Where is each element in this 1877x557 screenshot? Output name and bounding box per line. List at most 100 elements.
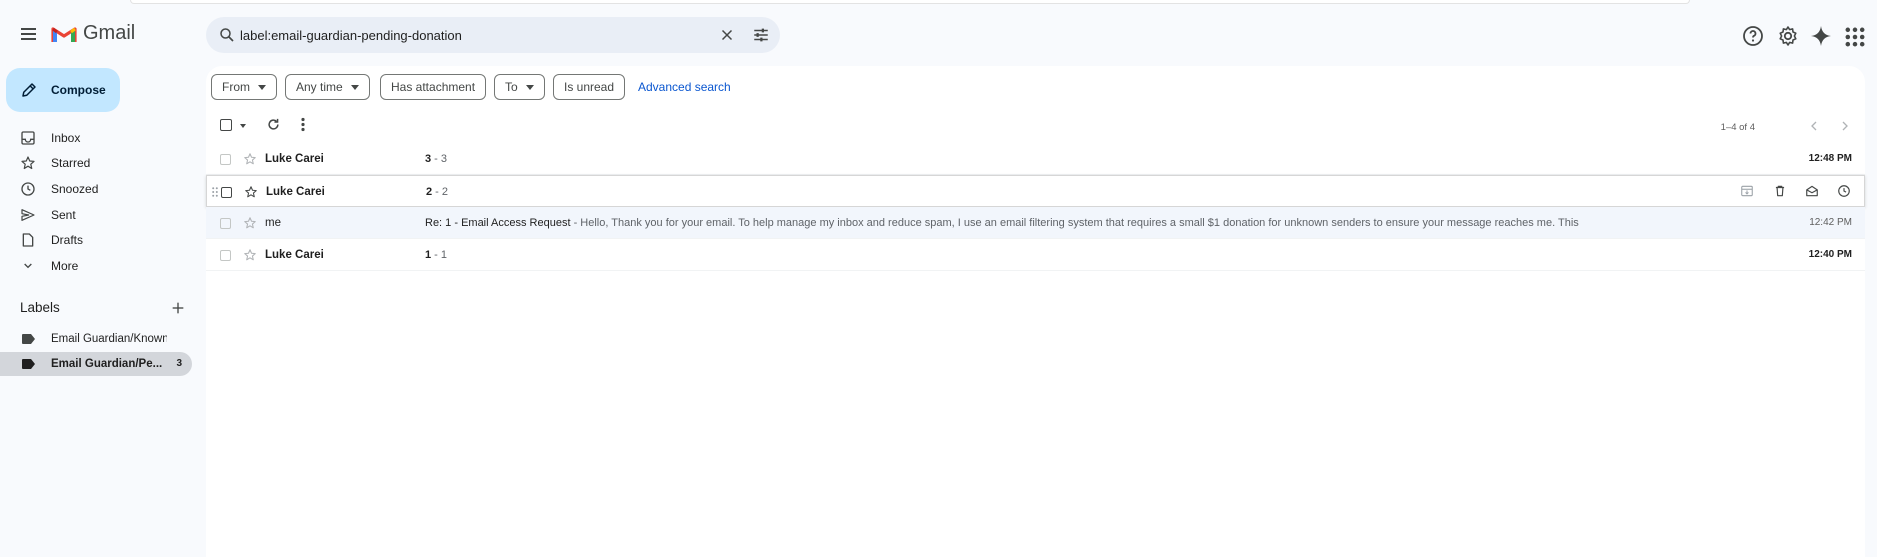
email-sender: Luke Carei xyxy=(265,153,324,165)
sidebar-item-snoozed[interactable]: Snoozed xyxy=(0,176,192,202)
drag-handle-icon[interactable] xyxy=(212,187,218,197)
send-icon xyxy=(21,209,35,221)
sidebar-item-inbox[interactable]: Inbox xyxy=(0,125,192,151)
filter-chip-is-unread[interactable]: Is unread xyxy=(553,74,626,100)
email-sender: Luke Carei xyxy=(266,186,325,198)
filter-chip-any-time[interactable]: Any time xyxy=(285,74,370,100)
sidebar-label-pending[interactable]: Email Guardian/Pe... 3 xyxy=(0,352,192,376)
snooze-clock-icon[interactable] xyxy=(1837,184,1851,198)
hamburger-menu-icon xyxy=(20,28,36,30)
email-snippet: 3 xyxy=(440,153,448,165)
email-snippet: Hello, Thank you for your email. To help… xyxy=(580,217,1579,229)
email-sender: me xyxy=(265,217,281,229)
search-icon[interactable] xyxy=(218,26,236,44)
star-icon[interactable] xyxy=(243,216,257,230)
label-name: Email Guardian/Known ... xyxy=(51,333,167,345)
sidebar-item-more[interactable]: More xyxy=(0,253,192,279)
email-subject: Re: 1 - Email Access Request xyxy=(425,217,571,229)
email-subject-line: 1 - 1 xyxy=(425,249,448,261)
labels-heading: Labels xyxy=(20,300,60,315)
sidebar-item-starred[interactable]: Starred xyxy=(0,150,192,176)
chip-label: Any time xyxy=(296,80,343,94)
inbox-icon xyxy=(21,131,35,145)
filter-chip-to[interactable]: To xyxy=(494,74,545,100)
settings-icon[interactable] xyxy=(1776,24,1800,48)
email-row[interactable]: Luke Carei 3 - 3 12:48 PM xyxy=(206,143,1865,175)
select-dropdown-caret-icon[interactable] xyxy=(240,124,246,128)
app-name: Gmail xyxy=(83,22,136,44)
email-row-hovered[interactable]: Luke Carei 2 - 2 xyxy=(206,175,1865,207)
sidebar-label-known[interactable]: Email Guardian/Known ... xyxy=(0,327,192,351)
gmail-logo[interactable]: Gmail xyxy=(51,22,135,45)
chip-label: Is unread xyxy=(564,80,615,94)
sidebar-item-label: Starred xyxy=(51,156,91,170)
chevron-left-icon[interactable] xyxy=(1806,118,1822,134)
row-checkbox[interactable] xyxy=(220,250,231,261)
email-snippet: 1 xyxy=(440,249,448,261)
dropdown-caret-icon xyxy=(350,84,359,90)
delete-icon[interactable] xyxy=(1773,184,1787,198)
refresh-icon[interactable] xyxy=(266,117,281,132)
sidebar-item-label: Snoozed xyxy=(51,182,99,196)
star-icon[interactable] xyxy=(243,152,257,166)
chip-label: To xyxy=(505,80,518,94)
email-time: 12:42 PM xyxy=(1809,217,1852,228)
draft-icon xyxy=(22,233,34,247)
star-icon xyxy=(21,156,35,170)
label-tag-icon xyxy=(22,359,35,369)
mark-as-read-icon[interactable] xyxy=(1805,184,1819,198)
search-bar[interactable] xyxy=(206,17,780,53)
pagination-range: 1–4 of 4 xyxy=(1720,122,1755,133)
chevron-down-icon xyxy=(24,263,32,269)
email-time: 12:40 PM xyxy=(1808,249,1852,260)
row-checkbox[interactable] xyxy=(220,154,231,165)
chip-label: Has attachment xyxy=(391,80,476,94)
archive-icon[interactable] xyxy=(1740,184,1754,198)
label-unread-count: 3 xyxy=(176,358,182,369)
email-subject-line: Re: 1 - Email Access Request - Hello, Th… xyxy=(425,217,1579,229)
email-subject-line: 2 - 2 xyxy=(426,186,449,198)
label-tag-icon xyxy=(22,334,35,344)
sidebar-item-label: Sent xyxy=(51,208,76,222)
email-sender: Luke Carei xyxy=(265,249,324,261)
star-icon[interactable] xyxy=(243,248,257,262)
sidebar-item-sent[interactable]: Sent xyxy=(0,202,192,228)
row-checkbox[interactable] xyxy=(221,187,232,198)
sidebar-item-label: More xyxy=(51,259,79,273)
apps-grid-icon[interactable] xyxy=(1843,25,1867,49)
email-row[interactable]: me Re: 1 - Email Access Request - Hello,… xyxy=(206,207,1865,239)
email-snippet: 2 xyxy=(441,186,449,198)
email-row[interactable]: Luke Carei 1 - 1 12:40 PM xyxy=(206,239,1865,271)
pencil-icon xyxy=(22,83,36,97)
mail-list-panel: From Any time Has attachment To Is unrea… xyxy=(206,66,1865,557)
label-name: Email Guardian/Pe... xyxy=(51,358,163,370)
select-all-checkbox[interactable] xyxy=(220,119,232,131)
browser-top-strip xyxy=(0,0,1877,10)
chip-label: From xyxy=(222,80,250,94)
dropdown-caret-icon xyxy=(525,84,534,90)
dropdown-caret-icon xyxy=(258,84,266,90)
sidebar-item-label: Inbox xyxy=(51,131,81,145)
search-options-icon[interactable] xyxy=(752,26,770,44)
advanced-search-link[interactable]: Advanced search xyxy=(638,80,731,94)
filter-chip-from[interactable]: From xyxy=(211,74,277,100)
sidebar-item-drafts[interactable]: Drafts xyxy=(0,227,192,253)
gemini-sparkle-icon[interactable] xyxy=(1809,24,1833,48)
row-checkbox[interactable] xyxy=(220,218,231,229)
filter-chip-has-attachment[interactable]: Has attachment xyxy=(380,74,487,100)
search-input[interactable] xyxy=(240,17,710,53)
compose-label: Compose xyxy=(51,83,106,97)
star-icon[interactable] xyxy=(244,185,258,199)
main-menu-button[interactable] xyxy=(16,22,40,46)
close-icon[interactable] xyxy=(718,26,736,44)
plus-icon[interactable] xyxy=(170,300,186,316)
more-vert-icon[interactable] xyxy=(300,117,306,132)
help-icon[interactable] xyxy=(1741,24,1765,48)
email-time: 12:48 PM xyxy=(1808,153,1852,164)
compose-button[interactable]: Compose xyxy=(6,68,120,112)
sidebar-item-label: Drafts xyxy=(51,233,84,247)
chevron-right-icon[interactable] xyxy=(1837,118,1853,134)
email-subject-line: 3 - 3 xyxy=(425,153,448,165)
gmail-m-icon xyxy=(51,26,77,42)
clock-icon xyxy=(21,182,35,196)
